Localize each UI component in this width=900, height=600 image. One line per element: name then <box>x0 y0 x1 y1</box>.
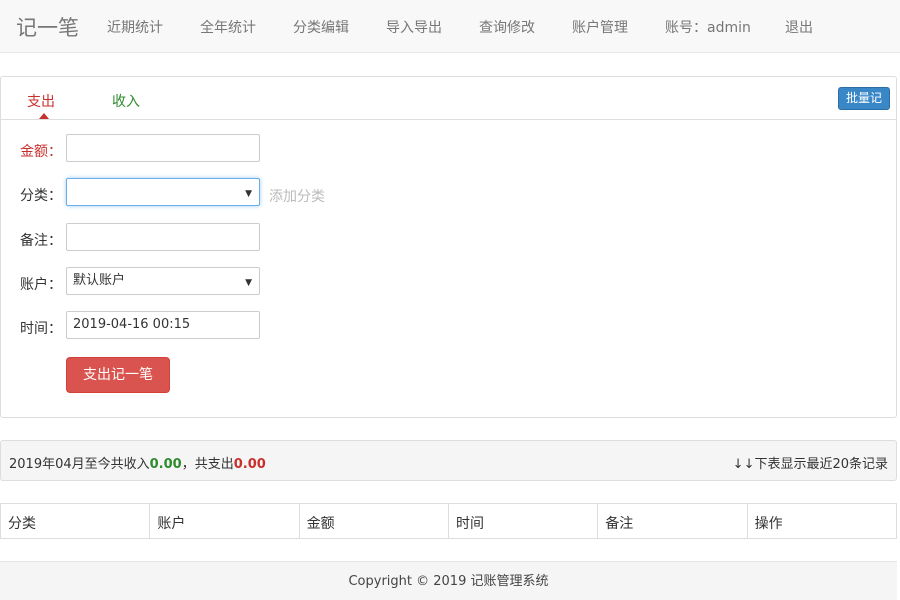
chevron-down-icon: ▼ <box>245 189 252 199</box>
column-header-note: 备注 <box>598 504 748 538</box>
category-label: 分类： <box>20 188 62 204</box>
time-input[interactable]: 2019-04-16 00:15 <box>66 311 260 339</box>
nav-import-export[interactable]: 导入导出 <box>386 17 442 37</box>
recent-records-note: ↓↓下表显示最近20条记录 <box>732 457 888 472</box>
summary-bar: 2019年04月至今共收入0.00，共支出0.00 ↓↓下表显示最近20条记录 <box>0 440 897 481</box>
category-select[interactable]: ▼ <box>66 178 260 206</box>
amount-input[interactable] <box>66 134 260 162</box>
total-income: 0.00 <box>149 457 182 472</box>
account-label: 账户： <box>20 277 62 293</box>
type-tabs: 支出 收入 批量记 <box>1 77 896 120</box>
column-header-account: 账户 <box>150 504 300 538</box>
column-header-time: 时间 <box>449 504 599 538</box>
tab-income[interactable]: 收入 <box>112 91 140 111</box>
nav-account-manage[interactable]: 账户管理 <box>572 17 628 37</box>
add-category-link[interactable]: 添加分类 <box>269 186 325 206</box>
records-table-header: 分类 账户 金额 时间 备注 操作 <box>0 503 897 539</box>
nav-logout[interactable]: 退出 <box>785 17 813 37</box>
account-select[interactable]: 默认账户 ▼ <box>66 267 260 295</box>
amount-label: 金额： <box>20 144 62 160</box>
brand-logo[interactable]: 记一笔 <box>16 12 79 42</box>
nav-category-edit[interactable]: 分类编辑 <box>293 17 349 37</box>
time-label: 时间： <box>20 321 62 337</box>
note-label: 备注： <box>20 233 62 249</box>
footer: Copyright © 2019 记账管理系统 <box>0 561 897 600</box>
note-input[interactable] <box>66 223 260 251</box>
chevron-down-icon: ▼ <box>245 278 252 288</box>
account-select-value: 默认账户 <box>73 273 126 288</box>
total-expense: 0.00 <box>233 457 266 472</box>
tab-expense[interactable]: 支出 <box>27 91 55 111</box>
entry-panel: 支出 收入 批量记 金额： 分类： ▼ 添加分类 备注： 账户： 默认账户 ▼ … <box>0 76 897 418</box>
column-header-category: 分类 <box>1 504 151 538</box>
active-tab-indicator <box>39 113 49 119</box>
column-header-amount: 金额 <box>300 504 449 538</box>
summary-middle: ，共支出 <box>181 457 234 472</box>
column-header-actions: 操作 <box>754 516 783 532</box>
top-navbar: 记一笔 近期统计 全年统计 分类编辑 导入导出 查询修改 账户管理 账号：adm… <box>0 0 900 53</box>
nav-query-modify[interactable]: 查询修改 <box>479 17 535 37</box>
nav-yearly-stats[interactable]: 全年统计 <box>200 17 256 37</box>
nav-recent-stats[interactable]: 近期统计 <box>107 17 163 37</box>
nav-user-account[interactable]: 账号：admin <box>665 17 751 37</box>
summary-prefix: 2019年04月至今共收入 <box>9 457 150 472</box>
batch-entry-button[interactable]: 批量记 <box>838 87 890 110</box>
copyright-text: Copyright © 2019 记账管理系统 <box>348 574 549 589</box>
summary-text: 2019年04月至今共收入0.00，共支出0.00 <box>9 453 266 472</box>
submit-expense-button[interactable]: 支出记一笔 <box>66 357 170 393</box>
